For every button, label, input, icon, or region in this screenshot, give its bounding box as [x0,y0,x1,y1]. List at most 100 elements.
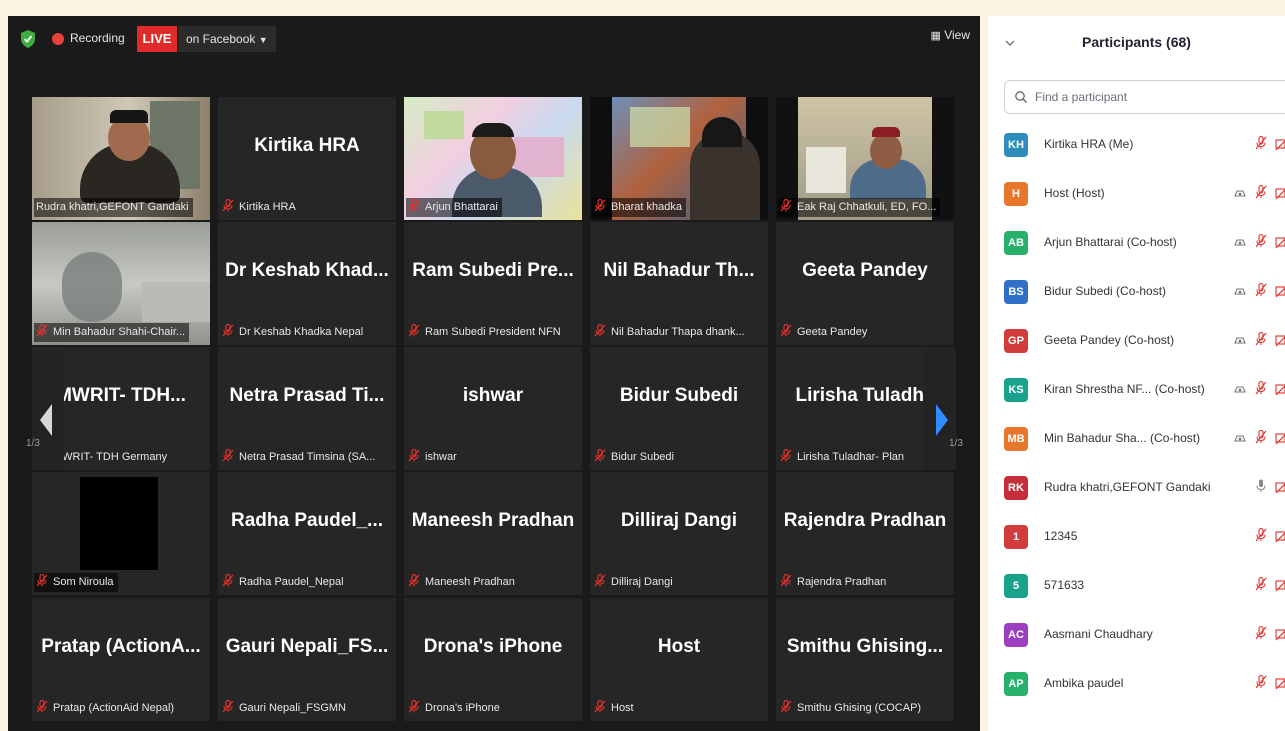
video-tile[interactable]: Rajendra Pradhan Rajendra Pradhan [776,472,954,595]
video-tile[interactable]: Nil Bahadur Th... Nil Bahadur Thapa dhank… [590,222,768,345]
video-tile[interactable]: Netra Prasad Ti... Netra Prasad Timsina (… [218,347,396,470]
video-off-icon[interactable] [1275,382,1285,401]
facebook-stream-dropdown[interactable]: on Facebook ▼ [178,26,276,52]
facebook-label: on Facebook [186,32,256,46]
participant-row[interactable]: AP Ambika paudel [1004,660,1285,709]
participant-display-name: Ram Subedi Pre... [412,260,574,281]
participant-name-label: Smithu Ghising (COCAP) [778,699,925,718]
mic-muted-icon[interactable] [1255,331,1267,351]
grid-icon: ▦ [930,30,941,42]
share-icon [1233,431,1247,450]
mic-muted-icon [780,323,792,337]
video-off-icon[interactable] [1275,480,1285,499]
participant-name: Nil Bahadur Thapa dhank... [611,326,745,338]
participant-list-name: Arjun Bhattarai (Co-host) [1044,235,1177,249]
participant-name: Smithu Ghising (COCAP) [797,702,922,714]
video-tile[interactable]: Pratap (ActionA... Pratap (ActionAid Nepa… [32,598,210,721]
video-off-icon[interactable] [1275,676,1285,695]
video-tile[interactable]: Arjun Bhattarai [404,97,582,220]
video-tile[interactable]: Host Host [590,598,768,721]
participant-name: Som Niroula [53,576,114,588]
participant-status-icons [1225,331,1285,352]
video-tile[interactable]: Dr Keshab Khad... Dr Keshab Khadka Nepal [218,222,396,345]
mic-muted-icon [780,573,792,587]
page-indicator-left: 1/3 [26,438,40,449]
shield-icon[interactable] [20,30,36,48]
video-tile[interactable]: Rudra khatri,GEFONT Gandaki [32,97,210,220]
video-off-icon[interactable] [1275,137,1285,156]
video-off-icon[interactable] [1275,431,1285,450]
video-off-icon[interactable] [1275,333,1285,352]
video-tile[interactable]: Kirtika HRA Kirtika HRA [218,97,396,220]
video-tile[interactable]: Maneesh Pradhan Maneesh Pradhan [404,472,582,595]
video-off-icon[interactable] [1275,186,1285,205]
video-tile[interactable]: Min Bahadur Shahi-Chair... [32,222,210,345]
view-button[interactable]: ▦ View [930,28,970,42]
mic-muted-icon[interactable] [1255,576,1267,596]
participant-row[interactable]: MB Min Bahadur Sha... (Co-host) [1004,415,1285,464]
participant-row[interactable]: 1 12345 [1004,513,1285,562]
participant-status-icons [1225,479,1285,497]
participant-row[interactable]: RK Rudra khatri,GEFONT Gandaki [1004,464,1285,513]
participant-name: Bidur Subedi [611,451,674,463]
video-tile[interactable]: Gauri Nepali_FS... Gauri Nepali_FSGMN [218,598,396,721]
prev-page-button[interactable] [32,350,64,470]
mic-muted-icon [408,323,420,337]
video-tile[interactable]: Ram Subedi Pre... Ram Subedi President NF… [404,222,582,345]
video-tile[interactable]: Radha Paudel_... Radha Paudel_Nepal [218,472,396,595]
avatar: BS [1004,280,1028,304]
video-off-icon[interactable] [1275,529,1285,548]
participant-row[interactable]: KS Kiran Shrestha NF... (Co-host) [1004,366,1285,415]
mic-muted-icon[interactable] [1255,674,1267,694]
live-badge[interactable]: LIVE [137,26,177,52]
mic-muted-icon[interactable] [1255,429,1267,449]
recording-label[interactable]: Recording [70,31,125,45]
participant-status-icons [1225,233,1285,254]
video-off-icon[interactable] [1275,578,1285,597]
mic-muted-icon[interactable] [1255,184,1267,204]
mic-muted-icon[interactable] [1255,135,1267,155]
participant-list-name: Ambika paudel [1044,676,1124,690]
participant-search[interactable] [1004,80,1285,114]
mic-muted-icon[interactable] [1255,282,1267,302]
participant-name: Arjun Bhattarai [425,201,498,213]
video-off-icon[interactable] [1275,627,1285,646]
mic-muted-icon[interactable] [1255,625,1267,645]
participant-row[interactable]: 5 571633 [1004,562,1285,611]
video-tile[interactable]: Bharat khadka [590,97,768,220]
participant-row[interactable]: KH Kirtika HRA (Me) [1004,121,1285,170]
participant-row[interactable]: BS Bidur Subedi (Co-host) [1004,268,1285,317]
video-off-icon[interactable] [1275,284,1285,303]
video-tile[interactable]: Smithu Ghising... Smithu Ghising (COCAP) [776,598,954,721]
participant-name-label: Lirisha Tuladhar- Plan [778,448,908,467]
search-input[interactable] [1033,89,1277,105]
participant-row[interactable]: AB Arjun Bhattarai (Co-host) [1004,219,1285,268]
video-off-icon[interactable] [1275,235,1285,254]
video-tile[interactable]: Som Niroula [32,472,210,595]
video-tile[interactable]: Dilliraj Dangi Dilliraj Dangi [590,472,768,595]
participant-name-label: Rudra khatri,GEFONT Gandaki [34,198,193,217]
mic-muted-icon[interactable] [1255,527,1267,547]
participant-status-icons [1225,576,1285,597]
participant-name: Rudra khatri,GEFONT Gandaki [36,201,189,213]
video-tile[interactable]: Drona's iPhone Drona's iPhone [404,598,582,721]
participant-name-label: Kirtika HRA [220,198,300,217]
video-tile[interactable]: Geeta Pandey Geeta Pandey [776,222,954,345]
participant-row[interactable]: GP Geeta Pandey (Co-host) [1004,317,1285,366]
participant-row[interactable]: AC Aasmani Chaudhary [1004,611,1285,660]
video-tile[interactable]: Bidur Subedi Bidur Subedi [590,347,768,470]
participant-name-label: Som Niroula [34,573,118,592]
participant-status-icons [1225,625,1285,646]
video-tile[interactable]: Eak Raj Chhatkuli, ED, FO... [776,97,954,220]
participant-row[interactable]: H Host (Host) [1004,170,1285,219]
mic-muted-icon[interactable] [1255,233,1267,253]
participant-display-name: Drona's iPhone [423,636,563,657]
mic-icon[interactable] [1255,479,1267,498]
mic-muted-icon[interactable] [1255,380,1267,400]
video-tile[interactable]: ishwar ishwar [404,347,582,470]
participant-status-icons [1225,184,1285,205]
mic-muted-icon [408,448,420,462]
mic-muted-icon [780,448,792,462]
participant-name: Maneesh Pradhan [425,576,515,588]
next-page-button[interactable] [924,350,956,470]
